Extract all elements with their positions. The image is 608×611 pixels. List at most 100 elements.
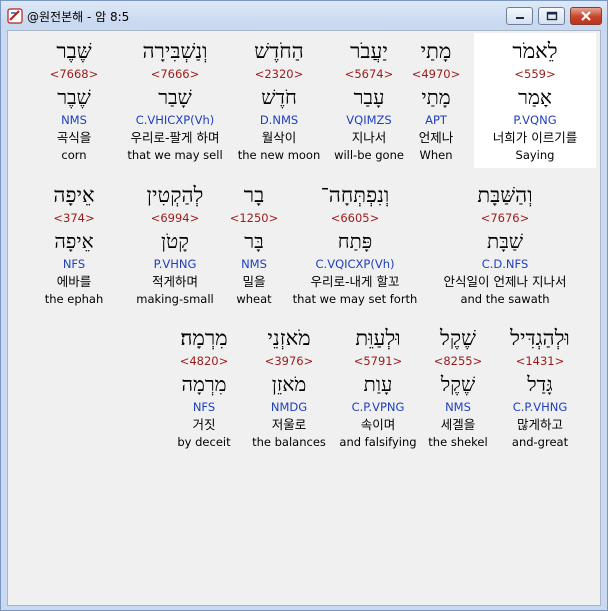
- hebrew-word: וְהַשַּׁבָּת: [477, 183, 533, 207]
- strong-number: <4820>: [179, 354, 229, 368]
- korean-gloss: 많게하고: [516, 417, 563, 432]
- strong-number: <5791>: [353, 354, 403, 368]
- english-gloss: corn: [61, 148, 87, 162]
- minimize-button[interactable]: [506, 7, 533, 25]
- strong-number: <1431>: [515, 354, 565, 368]
- hebrew-word: שֶּׁבֶר: [56, 39, 92, 63]
- word-column[interactable]: וּלְעַוֵּת <5791> עָוַת C.P.VPNG 속이며 and fals…: [335, 320, 421, 455]
- strong-number: <5674>: [344, 67, 394, 81]
- strong-number: <374>: [53, 211, 95, 225]
- lexical-form: שֶׁבֶר: [57, 85, 91, 109]
- english-gloss: that we may set forth: [292, 292, 418, 306]
- close-button[interactable]: [570, 7, 602, 25]
- word-column[interactable]: הַחֹדֶשׁ <2320> חֹדֶשׁ D.NMS 월삭이 the new moon: [231, 33, 327, 168]
- strong-number: <7668>: [49, 67, 99, 81]
- lexical-form: שַׁבָּת: [487, 229, 523, 253]
- korean-gloss: 속이며: [360, 417, 396, 432]
- english-gloss: that we may sell: [127, 148, 223, 162]
- korean-gloss: 너희가 이르기를: [492, 130, 578, 145]
- hebrew-word: לְהַקְטִין: [146, 183, 204, 207]
- parsing-code: NMS: [241, 257, 267, 271]
- english-gloss: making-small: [136, 292, 214, 306]
- korean-gloss: 거짓: [192, 417, 216, 432]
- hebrew-word: מָתַי: [420, 39, 452, 63]
- hebrew-word: וְנַשְׁבִּירָה: [142, 39, 208, 63]
- hebrew-word: אֵיפָה: [53, 183, 95, 207]
- word-column[interactable]: מָתַי <4970> מָתַי APT 언제나 When: [401, 33, 471, 168]
- maximize-button[interactable]: [538, 7, 565, 25]
- english-gloss: the balances: [252, 435, 326, 449]
- hebrew-word: לֵאמֹר: [512, 39, 558, 63]
- english-gloss: wheat: [236, 292, 272, 306]
- word-column[interactable]: וּלְהַגְדִּיל <1431> גָּדַל C.P.VHNG 많게하고 and…: [498, 320, 582, 455]
- parsing-code: C.P.VHNG: [512, 400, 568, 414]
- strong-number: <7666>: [150, 67, 200, 81]
- parsing-code: NFS: [62, 257, 86, 271]
- english-gloss: will-be gone: [334, 148, 404, 162]
- word-column[interactable]: בָר <1250> בָּר NMS 밀을 wheat: [229, 177, 279, 312]
- strong-number: <2320>: [254, 67, 304, 81]
- hebrew-word: וְנִפְתְּחָה־: [320, 183, 390, 207]
- english-gloss: When: [419, 148, 453, 162]
- word-column[interactable]: וְנַשְׁבִּירָה <7666> שָׁבַר C.VHICXP(Vh) 우리…: [116, 33, 234, 168]
- korean-gloss: 에바를: [56, 274, 92, 289]
- parsing-code: NMDG: [270, 400, 308, 414]
- strong-number: <4970>: [411, 67, 461, 81]
- word-column[interactable]: שֶׁקֶל <8255> שֶׁקֶל NMS 세겔을 the shekel: [422, 320, 494, 455]
- korean-gloss: 저울로: [271, 417, 307, 432]
- word-column[interactable]: שֶּׁבֶר <7668> שֶׁבֶר NMS 곡식을 corn: [39, 33, 109, 168]
- strong-number: <1250>: [229, 211, 279, 225]
- lexical-form: בָּר: [244, 229, 264, 253]
- hebrew-word: בָר: [243, 183, 265, 207]
- lexical-form: שֶׁקֶל: [440, 372, 476, 396]
- lexical-form: חֹדֶשׁ: [261, 85, 297, 109]
- word-column[interactable]: וְנִפְתְּחָה־ <6605> פָּתַח C.VQICXP(Vh) 우리로…: [285, 177, 425, 312]
- hebrew-word: הַחֹדֶשׁ: [254, 39, 304, 63]
- parsing-code: C.VQICXP(Vh): [315, 257, 395, 271]
- title-bar[interactable]: @원전본해 - 암 8:5: [1, 1, 607, 31]
- parsing-code: D.NMS: [259, 113, 299, 127]
- korean-gloss: 지나서: [351, 130, 387, 145]
- parsing-code: C.P.VPNG: [351, 400, 405, 414]
- hebrew-word: וּלְעַוֵּת: [355, 326, 401, 350]
- word-column[interactable]: יַעֲבֹר <5674> עָבַר VQIMZS 지나서 will-be gone: [329, 33, 409, 168]
- lexical-form: עָבַר: [353, 85, 385, 109]
- hebrew-word: וּלְהַגְדִּיל: [510, 326, 570, 350]
- strong-number: <7676>: [480, 211, 530, 225]
- lexical-form: מֹאזֵן: [271, 372, 307, 396]
- english-gloss: the new moon: [237, 148, 321, 162]
- korean-gloss: 우리로-내게 할꼬: [310, 274, 400, 289]
- lexical-form: קָטֹן: [161, 229, 189, 253]
- korean-gloss: 우리로-팔게 하며: [130, 130, 220, 145]
- close-icon: [581, 11, 591, 21]
- hebrew-word: יַעֲבֹר: [350, 39, 388, 63]
- word-column[interactable]: לֵאמֹר <559> אָמַר P.VQNG 너희가 이르기를 Saying: [474, 33, 596, 168]
- parsing-code: VQIMZS: [346, 113, 392, 127]
- parsing-code: NMS: [61, 113, 87, 127]
- korean-gloss: 언제나: [418, 130, 454, 145]
- lexical-form: מָתַי: [421, 85, 451, 109]
- english-gloss: and falsifying: [339, 435, 417, 449]
- hebrew-bible-app-icon[interactable]: [7, 8, 23, 24]
- window-title: @원전본해 - 암 8:5: [27, 10, 130, 24]
- word-column[interactable]: אֵיפָה <374> אֵיפָה NFS 에바를 the ephah: [39, 177, 109, 312]
- korean-gloss: 안식일이 언제나 지나서: [443, 274, 567, 289]
- korean-gloss: 밀을: [242, 274, 266, 289]
- word-column[interactable]: וְהַשַּׁבָּת <7676> שַׁבָּת C.D.NFS 안식일이 언제나…: [420, 177, 590, 312]
- lexical-form: עָוַת: [363, 372, 393, 396]
- english-gloss: the ephah: [44, 292, 104, 306]
- parsing-code: NMS: [445, 400, 471, 414]
- word-column[interactable]: לְהַקְטִין <6994> קָטֹן P.VHNG 적게하며 making-sm…: [132, 177, 218, 312]
- parsing-code: NFS: [192, 400, 216, 414]
- parsing-code: P.VQNG: [513, 113, 557, 127]
- english-gloss: and-great: [511, 435, 569, 449]
- word-column[interactable]: מִרְמָה׃ <4820> מִרְמָה NFS 거짓 by deceit: [172, 320, 236, 455]
- word-column[interactable]: מֹאזְנֵי <3976> מֹאזֵן NMDG 저울로 the balances: [246, 320, 332, 455]
- parsing-code: P.VHNG: [153, 257, 197, 271]
- strong-number: <3976>: [264, 354, 314, 368]
- hebrew-word: מִרְמָה׃: [180, 326, 228, 350]
- lexical-form: פָּתַח: [337, 229, 373, 253]
- strong-number: <8255>: [433, 354, 483, 368]
- maximize-icon: [546, 11, 557, 21]
- strong-number: <559>: [514, 67, 556, 81]
